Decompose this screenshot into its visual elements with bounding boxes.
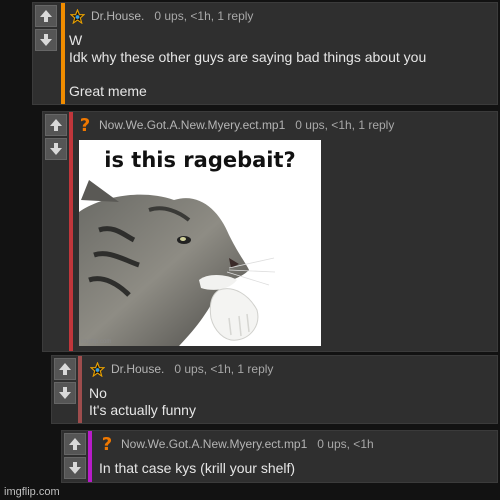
comment-meta: 0 ups, <1h, 1 reply (154, 9, 254, 23)
thread-bar (69, 112, 73, 351)
username[interactable]: Dr.House. (91, 9, 144, 23)
vote-column (52, 356, 78, 404)
arrow-down-icon (50, 143, 62, 155)
comment-line: No (89, 385, 107, 401)
comment-line: It's actually funny (89, 402, 196, 418)
arrow-down-icon (40, 34, 52, 46)
downvote-button[interactable] (45, 138, 67, 160)
comment-3: Dr.House. 0 ups, <1h, 1 reply No It's ac… (51, 355, 498, 424)
comment-body: ? Now.We.Got.A.New.Myery.ect.mp1 0 ups, … (77, 112, 497, 351)
comment-header: Dr.House. 0 ups, <1h, 1 reply (69, 6, 497, 26)
star-icon (89, 361, 105, 377)
arrow-up-icon (40, 10, 52, 22)
arrow-down-icon (69, 462, 81, 474)
username[interactable]: Now.We.Got.A.New.Myery.ect.mp1 (121, 437, 307, 451)
username[interactable]: Dr.House. (111, 362, 164, 376)
thread-bar (78, 356, 82, 423)
upvote-button[interactable] (64, 433, 86, 455)
comment-header: ? Now.We.Got.A.New.Myery.ect.mp1 0 ups, … (99, 433, 497, 455)
arrow-up-icon (69, 438, 81, 450)
comment-line: Great meme (69, 83, 147, 99)
downvote-button[interactable] (35, 29, 57, 51)
comment-4: ? Now.We.Got.A.New.Myery.ect.mp1 0 ups, … (61, 430, 498, 483)
downvote-button[interactable] (64, 457, 86, 479)
vote-column (62, 431, 88, 479)
comment-header: ? Now.We.Got.A.New.Myery.ect.mp1 0 ups, … (77, 114, 497, 136)
vote-column (43, 112, 69, 160)
comment-meta: 0 ups, <1h, 1 reply (174, 362, 274, 376)
username[interactable]: Now.We.Got.A.New.Myery.ect.mp1 (99, 118, 285, 132)
comment-meta: 0 ups, <1h, 1 reply (295, 118, 395, 132)
comment-line: In that case kys (krill your shelf) (99, 460, 296, 476)
comment-body: Dr.House. 0 ups, <1h, 1 reply W Idk why … (69, 3, 497, 104)
upvote-button[interactable] (35, 5, 57, 27)
meme-image[interactable]: is this ragebait? imgflip.com (79, 140, 321, 346)
comment-line: W (69, 32, 83, 48)
arrow-up-icon (59, 363, 71, 375)
question-icon: ? (79, 114, 91, 136)
arrow-up-icon (50, 119, 62, 131)
comment-meta: 0 ups, <1h (317, 437, 374, 451)
thread-bar (88, 431, 92, 482)
site-watermark: imgflip.com (4, 486, 60, 498)
comment-header: Dr.House. 0 ups, <1h, 1 reply (89, 359, 497, 379)
comment-line: Idk why these other guys are saying bad … (69, 49, 427, 65)
cat-picture (79, 180, 276, 346)
comment-1: Dr.House. 0 ups, <1h, 1 reply W Idk why … (32, 2, 498, 105)
upvote-button[interactable] (54, 358, 76, 380)
comment-text: No It's actually funny (89, 385, 497, 419)
comment-2: ? Now.We.Got.A.New.Myery.ect.mp1 0 ups, … (42, 111, 498, 352)
meme-watermark: imgflip.com (81, 339, 112, 345)
comment-text: W Idk why these other guys are saying ba… (69, 32, 497, 100)
thread-bar (61, 3, 65, 104)
upvote-button[interactable] (45, 114, 67, 136)
comment-text: In that case kys (krill your shelf) (99, 460, 497, 477)
vote-column (33, 3, 59, 51)
arrow-down-icon (59, 387, 71, 399)
comment-body: ? Now.We.Got.A.New.Myery.ect.mp1 0 ups, … (99, 431, 497, 482)
downvote-button[interactable] (54, 382, 76, 404)
star-icon (69, 8, 85, 24)
comment-body: Dr.House. 0 ups, <1h, 1 reply No It's ac… (89, 356, 497, 423)
question-icon: ? (101, 433, 113, 455)
